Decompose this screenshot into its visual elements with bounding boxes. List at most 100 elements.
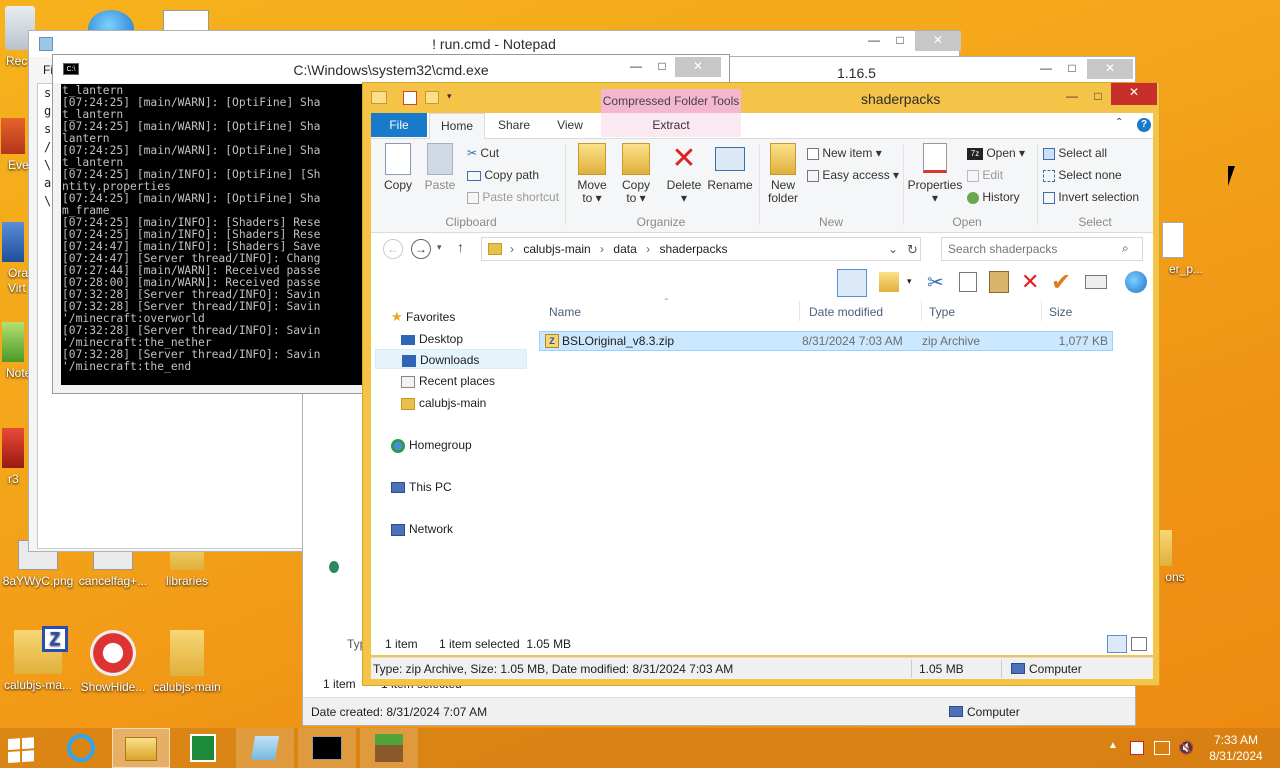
paste-shortcut-button[interactable]: Paste shortcut: [467, 187, 559, 207]
nav-desktop[interactable]: Desktop: [401, 329, 463, 349]
desktop-icon-right-1[interactable]: er_p...: [1156, 222, 1216, 276]
column-divider[interactable]: [799, 301, 800, 321]
toolbar-dropdown-icon[interactable]: ▾: [907, 276, 912, 287]
forward-button[interactable]: →: [411, 239, 431, 259]
taskbar-explorer[interactable]: [112, 728, 170, 768]
close-button[interactable]: ✕: [1087, 59, 1133, 79]
checkmark-toolbar-icon[interactable]: ✔: [1051, 268, 1071, 297]
volume-muted-icon[interactable]: 🔇: [1178, 740, 1194, 756]
copy-button[interactable]: Copy: [379, 143, 417, 192]
start-button[interactable]: [8, 736, 38, 764]
address-bar[interactable]: › calubjs-main › data › shaderpacks ⌄: [481, 237, 921, 261]
taskbar-notepad[interactable]: [236, 728, 294, 768]
tab-home[interactable]: Home: [429, 113, 485, 139]
open-button[interactable]: 7z Open ▾: [967, 143, 1025, 163]
cut-toolbar-icon[interactable]: ✂: [927, 270, 944, 295]
rename-button[interactable]: Rename: [707, 143, 753, 192]
properties-button[interactable]: Properties ▾: [907, 143, 963, 205]
desktop-icon-showhide[interactable]: ShowHide...: [74, 630, 152, 694]
preview-pane-icon[interactable]: [837, 269, 867, 297]
nav-recent-places[interactable]: Recent places: [401, 371, 495, 391]
explorer-titlebar[interactable]: ▾ Compressed Folder Tools shaderpacks — …: [363, 83, 1159, 113]
tab-extract[interactable]: Extract: [601, 113, 741, 137]
new-folder-button[interactable]: New folder: [763, 143, 803, 205]
new-item-button[interactable]: New item ▾: [807, 143, 882, 163]
file-row[interactable]: Z BSLOriginal_v8.3.zip 8/31/2024 7:03 AM…: [539, 331, 1113, 351]
action-center-icon[interactable]: [1130, 741, 1144, 755]
close-button[interactable]: ✕: [675, 57, 721, 77]
maximize-button[interactable]: □: [1059, 59, 1085, 79]
properties-toolbar-icon[interactable]: [879, 272, 899, 292]
refresh-button[interactable]: ↻: [907, 242, 923, 258]
minimize-button[interactable]: —: [1059, 87, 1085, 107]
paste-button[interactable]: Paste: [421, 143, 459, 192]
select-all-button[interactable]: Select all: [1043, 143, 1107, 163]
copy-toolbar-icon[interactable]: [959, 272, 977, 292]
maximize-button[interactable]: □: [887, 31, 913, 51]
column-header-date[interactable]: Date modified: [809, 299, 883, 325]
taskbar-store[interactable]: [174, 728, 232, 768]
copy-to-button[interactable]: Copy to ▾: [615, 143, 657, 205]
tab-file[interactable]: File: [371, 113, 427, 137]
maximize-button[interactable]: □: [1085, 87, 1111, 107]
taskbar-cmd[interactable]: [298, 728, 356, 768]
details-view-button[interactable]: [1107, 635, 1127, 653]
address-dropdown-icon[interactable]: ⌄: [888, 242, 898, 256]
column-divider[interactable]: [921, 301, 922, 321]
taskbar-minecraft[interactable]: [360, 728, 418, 768]
column-header-type[interactable]: Type: [929, 299, 955, 325]
cut-button[interactable]: ✂ Cut: [467, 143, 499, 163]
maximize-button[interactable]: □: [649, 57, 675, 77]
large-icons-view-button[interactable]: [1131, 637, 1147, 651]
globe-toolbar-icon[interactable]: [1125, 271, 1147, 293]
move-to-button[interactable]: Move to ▾: [571, 143, 613, 205]
up-button[interactable]: ↑: [457, 239, 464, 255]
edit-button[interactable]: Edit: [967, 165, 1003, 185]
minimize-button[interactable]: —: [1033, 59, 1059, 79]
close-button[interactable]: ✕: [915, 31, 961, 51]
column-divider[interactable]: [1041, 301, 1042, 321]
column-header-size[interactable]: Size: [1049, 299, 1072, 325]
rename-toolbar-icon[interactable]: [1085, 275, 1107, 289]
search-input[interactable]: [948, 241, 1114, 257]
network-tray-icon[interactable]: [1154, 741, 1170, 755]
nav-calubjs-main[interactable]: calubjs-main: [401, 393, 486, 413]
search-box[interactable]: ⌕: [941, 237, 1143, 261]
explorer-window[interactable]: ▾ Compressed Folder Tools shaderpacks — …: [362, 82, 1160, 686]
breadcrumb-item[interactable]: data: [613, 242, 636, 256]
cmd-titlebar[interactable]: C:\ C:\Windows\system32\cmd.exe — □ ✕: [53, 55, 729, 83]
minimize-button[interactable]: —: [623, 57, 649, 77]
ribbon-collapse-icon[interactable]: ⌃: [1115, 117, 1123, 128]
nav-homegroup[interactable]: Homegroup: [391, 435, 472, 455]
minimize-button[interactable]: —: [861, 31, 887, 51]
delete-button[interactable]: ✕ Delete ▾: [663, 143, 705, 205]
back-button[interactable]: ←: [383, 239, 403, 259]
invert-selection-button[interactable]: Invert selection: [1043, 187, 1139, 207]
recent-locations-icon[interactable]: ▾: [437, 242, 442, 253]
clock[interactable]: 7:33 AM 8/31/2024: [1196, 732, 1276, 764]
easy-access-button[interactable]: Easy access ▾: [807, 165, 899, 185]
tray-overflow-icon[interactable]: ▲: [1108, 740, 1118, 751]
breadcrumb-item[interactable]: calubjs-main: [523, 242, 590, 256]
nav-this-pc[interactable]: This PC: [391, 477, 452, 497]
nav-network[interactable]: Network: [391, 519, 453, 539]
close-button[interactable]: ✕: [1111, 83, 1157, 105]
column-header-name[interactable]: Name: [549, 299, 581, 325]
desktop-icon-calubjs-main[interactable]: calubjs-main: [148, 630, 226, 694]
desktop-icon-calubjs-zip[interactable]: Z calubjs-ma...: [0, 626, 76, 692]
qat-dropdown-icon[interactable]: ▾: [447, 91, 452, 102]
delete-toolbar-icon[interactable]: ✕: [1021, 269, 1039, 295]
paste-toolbar-icon[interactable]: [989, 271, 1009, 293]
nav-favorites[interactable]: ★ Favorites: [391, 307, 455, 327]
taskbar-ie[interactable]: [52, 728, 110, 768]
nav-downloads[interactable]: Downloads: [375, 349, 527, 369]
select-none-button[interactable]: Select none: [1043, 165, 1122, 185]
tab-view[interactable]: View: [545, 113, 595, 137]
copy-path-button[interactable]: Copy path: [467, 165, 539, 185]
tab-share[interactable]: Share: [489, 113, 539, 137]
qat-newfolder-icon[interactable]: [425, 91, 439, 104]
help-icon[interactable]: ?: [1137, 118, 1151, 132]
breadcrumb-item[interactable]: shaderpacks: [659, 242, 727, 256]
history-button[interactable]: History: [967, 187, 1020, 207]
qat-properties-icon[interactable]: [403, 91, 417, 105]
